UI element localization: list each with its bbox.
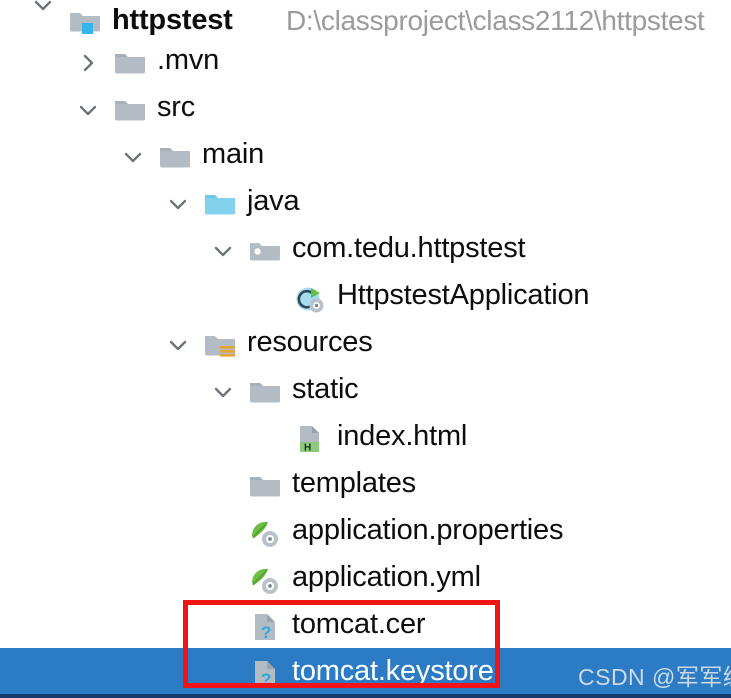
tree-row-tomcat-cer[interactable]: ? tomcat.cer — [0, 604, 731, 651]
tree-row-label: templates — [292, 467, 416, 499]
tree-row-src[interactable]: src — [0, 87, 731, 134]
tree-row-resources[interactable]: resources — [0, 322, 731, 369]
tree-row-label: tomcat.cer — [292, 608, 426, 640]
resources-folder-icon — [203, 328, 237, 362]
module-folder-icon — [68, 6, 102, 40]
folder-icon — [113, 93, 147, 127]
tree-row-label: resources — [247, 326, 373, 358]
folder-icon — [113, 46, 147, 80]
source-folder-icon — [203, 187, 237, 221]
tree-row-label: httpstest — [112, 4, 233, 36]
tree-row-java[interactable]: java — [0, 181, 731, 228]
tree-row-application-yml[interactable]: application.yml — [0, 557, 731, 604]
chevron-down-icon[interactable] — [210, 238, 236, 264]
tree-row-label: src — [157, 91, 196, 123]
folder-icon — [158, 140, 192, 174]
svg-text:?: ? — [261, 670, 271, 689]
tree-row-label: static — [292, 373, 359, 405]
project-tree-panel: httpstest D:\classproject\class2112\https… — [0, 0, 731, 698]
tree-row-static[interactable]: static — [0, 369, 731, 416]
spring-boot-class-icon — [293, 281, 327, 315]
spring-config-icon — [248, 516, 282, 550]
tree-row-main[interactable]: main — [0, 134, 731, 181]
chevron-down-icon[interactable] — [120, 144, 146, 170]
chevron-down-icon[interactable] — [210, 379, 236, 405]
tree-row-label: index.html — [337, 420, 468, 452]
chevron-down-icon[interactable] — [75, 97, 101, 123]
svg-text:?: ? — [261, 623, 271, 642]
html-file-icon: H — [293, 422, 327, 456]
tree-row-label: application.properties — [292, 514, 564, 546]
tree-row-templates[interactable]: templates — [0, 463, 731, 510]
tree-row-index-html[interactable]: Hindex.html — [0, 416, 731, 463]
tree-row-label: .mvn — [157, 44, 220, 76]
project-path-text: D:\classproject\class2112\httpstest — [286, 5, 705, 36]
tree-row-httpstest-application[interactable]: HttpstestApplication — [0, 275, 731, 322]
tree-row-com-tedu-httpstest[interactable]: com.tedu.httpstest — [0, 228, 731, 275]
unknown-file-icon: ? — [248, 610, 282, 644]
chevron-down-icon[interactable] — [165, 191, 191, 217]
svg-text:H: H — [304, 443, 311, 454]
spring-config-icon — [248, 563, 282, 597]
tree-row-label: java — [247, 185, 300, 217]
chevron-right-icon[interactable] — [75, 50, 101, 76]
folder-icon — [248, 469, 282, 503]
chevron-down-icon[interactable] — [165, 332, 191, 358]
tree-row-label: com.tedu.httpstest — [292, 232, 526, 264]
tree-row-label: HttpstestApplication — [337, 279, 590, 311]
tree-row-mvn[interactable]: .mvn — [0, 40, 731, 87]
folder-icon — [248, 375, 282, 409]
tree-row-application-properties[interactable]: application.properties — [0, 510, 731, 557]
tree-row-label: application.yml — [292, 561, 481, 593]
tree-row-label: tomcat.keystore — [292, 655, 494, 687]
tree-row-label: main — [202, 138, 265, 170]
chevron-down-icon[interactable] — [30, 0, 56, 18]
unknown-file-icon: ? — [248, 657, 282, 691]
package-icon — [248, 234, 282, 268]
csdn-watermark: CSDN @军军编程 — [578, 664, 731, 690]
